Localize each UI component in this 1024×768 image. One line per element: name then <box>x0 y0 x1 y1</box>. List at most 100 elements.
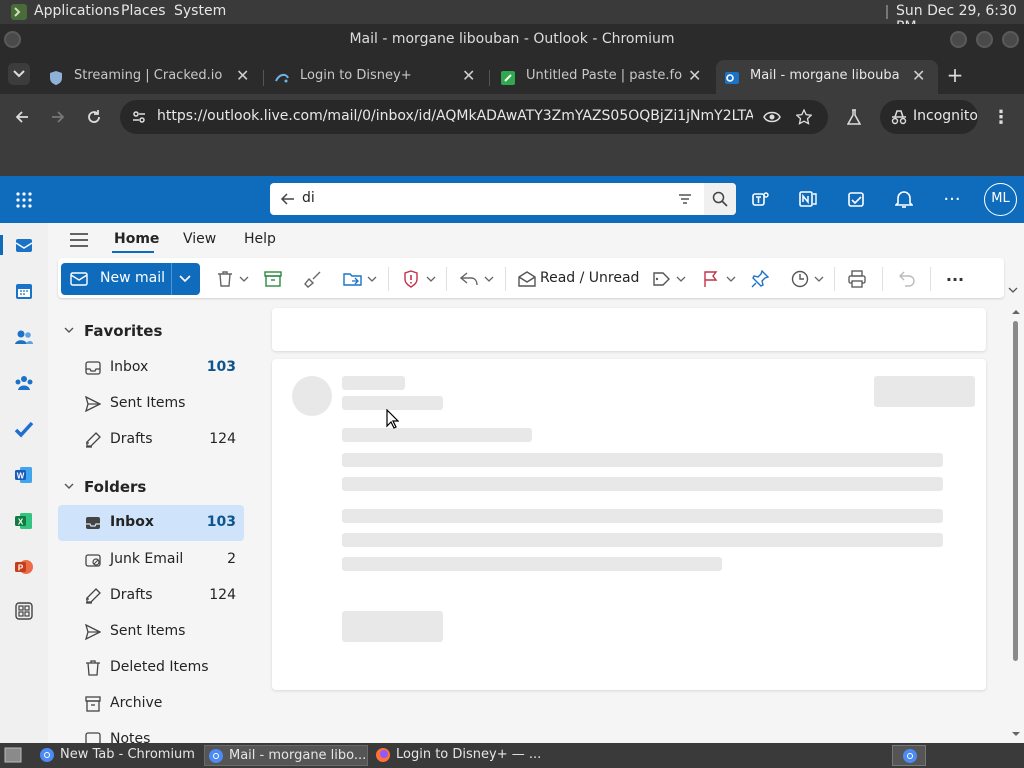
groups-app-icon[interactable] <box>13 372 35 394</box>
expand-ribbon-icon[interactable] <box>1006 285 1020 295</box>
chevron-down-icon[interactable] <box>238 273 250 285</box>
search-back-arrow-icon[interactable] <box>278 190 296 208</box>
app-launcher-icon[interactable] <box>14 190 34 210</box>
os-menu-places[interactable]: Places <box>121 3 166 19</box>
favorite-sent-items[interactable]: Sent Items <box>58 387 244 421</box>
favorites-chevron-icon[interactable] <box>62 323 76 337</box>
folders-header[interactable]: Folders <box>84 478 146 496</box>
archive-action-icon[interactable] <box>262 268 284 290</box>
account-avatar[interactable]: ML <box>984 183 1017 216</box>
excel-app-icon[interactable]: X <box>13 510 35 532</box>
tab-disney[interactable]: Login to Disney+ ✕ <box>266 60 488 94</box>
chevron-down-icon[interactable] <box>675 273 687 285</box>
snooze-clock-icon[interactable] <box>789 268 811 290</box>
folder-drafts[interactable]: Drafts 124 <box>58 579 244 613</box>
tag-icon[interactable] <box>650 268 672 290</box>
minimize-button[interactable] <box>950 31 967 48</box>
tab-outlook-active[interactable]: Mail - morgane libouban - ✕ <box>716 60 938 94</box>
more-options-icon[interactable]: ··· <box>941 188 963 210</box>
close-tab-icon[interactable]: ✕ <box>236 66 249 85</box>
vertical-scrollbar[interactable] <box>1008 303 1024 743</box>
eye-icon[interactable] <box>762 108 782 126</box>
chevron-down-icon[interactable] <box>813 273 825 285</box>
chevron-down-icon[interactable] <box>483 273 495 285</box>
back-arrow-icon[interactable] <box>12 107 32 127</box>
show-desktop-icon[interactable] <box>4 747 22 763</box>
search-button[interactable] <box>704 183 736 215</box>
teams-icon[interactable] <box>750 188 772 210</box>
chevron-down-icon[interactable] <box>725 273 737 285</box>
search-box[interactable]: di <box>270 183 736 215</box>
tab-cracked[interactable]: Streaming | Cracked.io ✕ <box>40 60 262 94</box>
taskbar-item-new-tab[interactable]: New Tab - Chromium <box>36 745 202 766</box>
ribbon-tab-home[interactable]: Home <box>114 231 159 247</box>
folder-notes[interactable]: Notes <box>58 723 244 743</box>
onenote-icon[interactable] <box>797 188 819 210</box>
folder-sent-items[interactable]: Sent Items <box>58 615 244 649</box>
scrollbar-thumb[interactable] <box>1013 321 1018 661</box>
move-to-folder-icon[interactable] <box>342 268 364 290</box>
folder-junk-email[interactable]: Junk Email 2 <box>58 543 244 577</box>
scroll-up-icon[interactable] <box>1012 308 1020 314</box>
search-filter-icon[interactable] <box>676 190 694 208</box>
maximize-button[interactable] <box>976 31 993 48</box>
window-menu-button[interactable] <box>4 31 21 48</box>
favorite-inbox[interactable]: Inbox 103 <box>58 351 244 385</box>
close-tab-icon[interactable]: ✕ <box>912 66 925 85</box>
chevron-down-icon[interactable] <box>425 273 437 285</box>
close-window-button[interactable] <box>1002 31 1019 48</box>
site-info-icon[interactable] <box>130 108 148 126</box>
powerpoint-app-icon[interactable]: P <box>13 556 35 578</box>
new-tab-icon[interactable]: + <box>946 63 964 87</box>
more-commands-icon[interactable]: ··· <box>944 268 966 290</box>
os-menu-system[interactable]: System <box>174 3 226 19</box>
reply-icon[interactable] <box>458 268 480 290</box>
folder-deleted-items[interactable]: Deleted Items <box>58 651 244 685</box>
favorites-header[interactable]: Favorites <box>84 322 162 340</box>
mail-app-icon[interactable] <box>13 234 35 256</box>
report-shield-icon[interactable] <box>400 268 422 290</box>
taskbar-item-mail[interactable]: Mail - morgane libo... <box>204 745 368 766</box>
folder-inbox[interactable]: Inbox 103 <box>58 505 244 541</box>
flag-icon[interactable] <box>700 268 722 290</box>
close-tab-icon[interactable]: ✕ <box>688 66 701 85</box>
bookmark-star-icon[interactable] <box>795 108 813 126</box>
ribbon-tab-view[interactable]: View <box>183 231 216 247</box>
browser-menu-icon[interactable]: ⋮ <box>992 107 1010 128</box>
chevron-down-icon[interactable] <box>366 273 378 285</box>
workspace-switcher[interactable] <box>892 745 926 766</box>
reload-icon[interactable] <box>84 107 104 127</box>
word-app-icon[interactable]: W <box>13 464 35 486</box>
calendar-app-icon[interactable] <box>13 280 35 302</box>
sweep-broom-icon[interactable] <box>302 268 324 290</box>
print-icon[interactable] <box>846 268 868 290</box>
tab-paste[interactable]: Untitled Paste | paste.fo ✕ <box>492 60 714 94</box>
address-bar[interactable]: https://outlook.live.com/mail/0/inbox/id… <box>120 100 828 134</box>
folders-chevron-icon[interactable] <box>62 479 76 493</box>
people-app-icon[interactable] <box>13 326 35 348</box>
window-title-bar[interactable]: Mail - morgane libouban - Outlook - Chro… <box>0 24 1024 54</box>
taskbar-item-disney[interactable]: Login to Disney+ — ... <box>372 745 541 766</box>
new-mail-button[interactable]: New mail <box>61 263 200 295</box>
chevron-down-icon[interactable] <box>177 273 193 285</box>
hamburger-menu-icon[interactable] <box>68 229 90 251</box>
os-menu-applications[interactable]: Applications <box>34 3 120 19</box>
tab-search-button[interactable] <box>8 63 30 85</box>
forward-arrow-icon[interactable] <box>48 107 68 127</box>
incognito-indicator[interactable]: Incognito <box>880 100 978 134</box>
folder-archive[interactable]: Archive <box>58 687 244 721</box>
close-tab-icon[interactable]: ✕ <box>462 66 475 85</box>
delete-icon[interactable] <box>214 268 236 290</box>
ribbon-tab-help[interactable]: Help <box>244 231 276 247</box>
scroll-down-icon[interactable] <box>1012 731 1020 737</box>
notifications-bell-icon[interactable] <box>893 188 915 210</box>
my-day-icon[interactable] <box>845 188 867 210</box>
todo-app-icon[interactable] <box>13 418 35 440</box>
labs-flask-icon[interactable] <box>845 108 863 126</box>
more-apps-icon[interactable] <box>13 600 35 622</box>
pin-icon[interactable] <box>749 268 771 290</box>
search-input[interactable]: di <box>302 190 315 206</box>
undo-icon[interactable] <box>896 268 918 290</box>
favorite-drafts[interactable]: Drafts 124 <box>58 423 244 457</box>
applications-menu-icon[interactable] <box>10 3 28 21</box>
